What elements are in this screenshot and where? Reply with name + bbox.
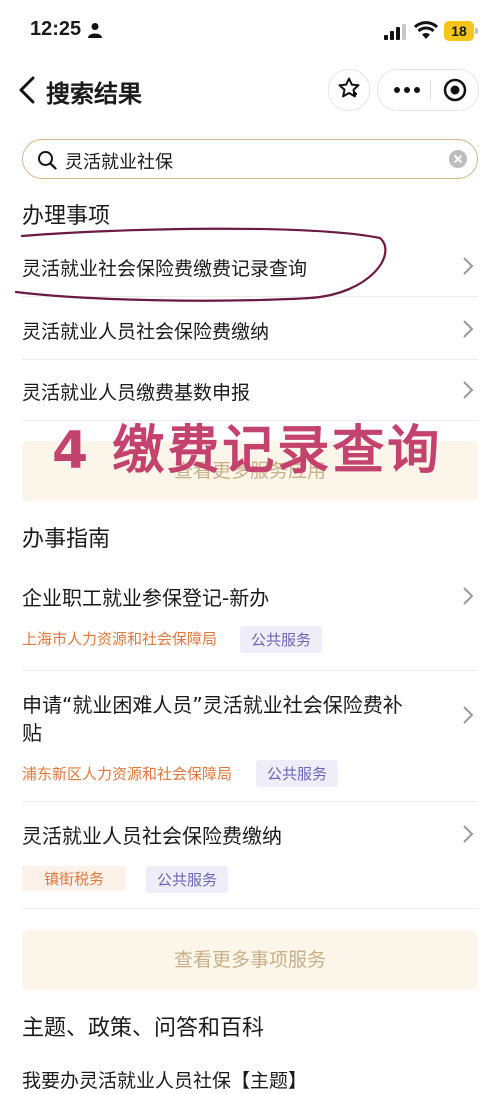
- list-item[interactable]: 灵活就业人员社会保险费缴纳: [22, 297, 478, 360]
- nav-bar: 搜索结果: [0, 60, 500, 120]
- chevron-right-icon: [462, 256, 474, 276]
- guide-item[interactable]: 企业职工就业参保登记-新办 上海市人力资源和社会保障局 公共服务: [22, 564, 478, 671]
- department-tag: 浦东新区人力资源和社会保障局: [22, 765, 233, 783]
- guide-item-title: 企业职工就业参保登记-新办: [22, 586, 270, 610]
- list-item-label: 灵活就业人员社会保险费缴纳: [22, 321, 270, 343]
- search-icon: [37, 150, 57, 174]
- department-tag: 上海市人力资源和社会保障局: [22, 630, 218, 648]
- guide-item-title-line1: 申请“就业困难人员”灵活就业社会保险费补: [22, 693, 403, 717]
- category-tag: 公共服务: [146, 866, 229, 893]
- list-item-label: 我要办灵活就业人员社保【主题】: [22, 1070, 308, 1092]
- favorite-button[interactable]: [328, 69, 370, 111]
- status-time: 12:25: [30, 18, 82, 40]
- chevron-right-icon: [462, 705, 474, 725]
- signal-icon: [384, 24, 406, 44]
- capsule-divider: [430, 80, 431, 100]
- guide-item-title-line2: 贴: [22, 721, 42, 745]
- chevron-right-icon: [462, 319, 474, 339]
- battery-indicator: 18: [444, 21, 478, 41]
- close-mini-program-icon[interactable]: [438, 70, 472, 110]
- star-icon: [337, 76, 361, 104]
- section-title-guide: 办事指南: [22, 527, 111, 552]
- page-title: 搜索结果: [46, 80, 142, 108]
- back-icon[interactable]: [18, 76, 36, 108]
- section-title-topics: 主题、政策、问答和百科: [22, 1016, 265, 1041]
- more-icon[interactable]: [392, 70, 422, 110]
- wifi-icon: [413, 21, 439, 43]
- person-icon: [88, 22, 102, 42]
- clear-icon[interactable]: [449, 150, 467, 168]
- chevron-right-icon: [462, 824, 474, 844]
- category-tag: 公共服务: [240, 626, 323, 653]
- category-tag: 公共服务: [256, 760, 339, 787]
- chevron-right-icon: [462, 586, 474, 606]
- guide-item[interactable]: 申请“就业困难人员”灵活就业社会保险费补 贴 浦东新区人力资源和社会保障局 公共…: [22, 671, 478, 802]
- guide-item[interactable]: 灵活就业人员社会保险费缴纳 镇街税务 公共服务: [22, 802, 478, 909]
- department-tag: 镇街税务: [22, 866, 127, 891]
- search-query: 灵活就业社保: [65, 152, 173, 173]
- hand-drawn-circle: [14, 227, 387, 302]
- list-item-label: 灵活就业人员缴费基数申报: [22, 382, 251, 404]
- search-input[interactable]: 灵活就业社保: [22, 139, 478, 179]
- chevron-right-icon: [462, 380, 474, 400]
- mini-program-capsule: [377, 69, 479, 111]
- more-matters-button[interactable]: 查看更多事项服务: [22, 930, 478, 990]
- status-bar: 12:25 18: [0, 0, 500, 60]
- overlay-annotation: 4 缴费记录查询: [52, 421, 443, 481]
- list-item[interactable]: 我要办灵活就业人员社保【主题】: [22, 1054, 478, 1094]
- guide-item-title: 灵活就业人员社会保险费缴纳: [22, 824, 282, 848]
